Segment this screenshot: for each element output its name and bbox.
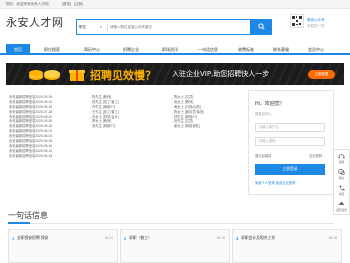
sidebar-item-wechat[interactable]: 微信	[334, 166, 349, 182]
banner-view-button[interactable]: 立即查看	[308, 70, 335, 79]
card-number: 3	[236, 236, 239, 241]
main-nav: 首页 职位搜索 简历中心 招聘企业 职场资讯 一句话信息 收费标准 联系客服 会…	[0, 44, 350, 55]
chevron-down-icon: ▾	[100, 25, 102, 29]
nav-item-resume[interactable]: 简历中心	[74, 44, 110, 55]
sidebar-label: 客服	[338, 161, 345, 164]
section-divider	[30, 223, 334, 224]
login-subtitle: 登录后可以	[255, 112, 272, 116]
card-number: 1	[12, 236, 15, 241]
password-field[interactable]: 请输入密码	[255, 137, 325, 146]
card-title: 求职会计及相关工作	[241, 236, 276, 240]
nav-item-news[interactable]: 职场资讯	[152, 44, 188, 55]
qr-title: 微信公众号	[307, 18, 325, 22]
nav-item-companies[interactable]: 招聘企业	[113, 44, 149, 55]
gift-icon	[69, 70, 85, 81]
search-box: 职位 ▾	[76, 18, 272, 35]
listing-column-3: - 陈女士 [文员] - 吴女士 [教师] - 黄女士 [行政/后勤] - 陈女…	[172, 95, 242, 129]
latest-listings: 永安最新招聘信息2025-05-09 永安最新招聘信息2025-05-10 永安…	[6, 90, 240, 165]
sidebar-item-back-to-top[interactable]: 返回顶部	[334, 198, 349, 214]
nav-item-one-line[interactable]: 一句话信息	[188, 44, 228, 55]
login-greeting: Hi，欢迎您！	[255, 101, 285, 107]
nav-item-job-search[interactable]: 职位搜索	[34, 44, 70, 55]
list-item[interactable]: - 张先生 [网络/IT]	[90, 124, 176, 129]
promo-banner[interactable]: 招聘见效慢？ 入驻企业VIP,助您招聘快人一步 立即查看	[6, 63, 344, 85]
qr-code-icon	[292, 16, 302, 26]
top-bar: 您好，欢迎来到永安人才网！ [登录] [注册]	[0, 0, 350, 9]
listing-column-1: 永安最新招聘信息2025-05-09 永安最新招聘信息2025-05-10 永安…	[9, 95, 89, 159]
sidebar-label: 电话	[338, 193, 345, 196]
list-item[interactable]: 永安最新招聘信息2025-06-15	[9, 154, 89, 159]
banner-subtitle: 入驻企业VIP,助您招聘快人一步	[172, 70, 270, 78]
nav-item-pricing[interactable]: 收费标准	[228, 44, 264, 55]
search-divider	[107, 24, 108, 31]
info-card[interactable]: 2 求职（普工） 06-19	[120, 229, 230, 263]
top-register-link[interactable]: [注册]	[74, 2, 83, 6]
search-input[interactable]	[110, 22, 248, 32]
phone-icon	[339, 185, 345, 191]
top-login-link[interactable]: [登录]	[62, 2, 71, 6]
list-item[interactable]: - 谢女士 [网络销售]	[172, 124, 242, 129]
search-type-select[interactable]: 职位	[79, 25, 86, 30]
nav-item-support[interactable]: 联系客服	[263, 44, 299, 55]
card-title: 全职保安招聘 保安	[17, 236, 49, 240]
register-links[interactable]: 免费个人登录 免费企业登录	[255, 180, 295, 185]
card-date: 06-18	[328, 236, 337, 240]
headset-icon	[338, 154, 345, 159]
card-number: 2	[124, 236, 127, 241]
qr-subtitle: 手机扫一扫	[307, 24, 325, 28]
card-date: 06-21	[104, 236, 113, 240]
search-button[interactable]	[250, 18, 272, 35]
login-panel: Hi，欢迎您！ 登录后可以 请输入用户名 请输入密码 登记后保持 忘记密码 立即…	[248, 90, 334, 195]
section-title: 一句话信息	[8, 211, 48, 220]
forgot-password-link[interactable]: 忘记密码	[309, 153, 322, 158]
top-greeting: 您好，欢迎来到永安人才网！	[6, 2, 52, 6]
banner-title: 招聘见效慢？	[90, 69, 156, 82]
card-title: 求职（普工）	[129, 236, 152, 240]
info-card[interactable]: 3 求职会计及相关工作 06-18	[232, 229, 342, 263]
search-icon	[257, 23, 265, 30]
coin-icon	[29, 70, 60, 80]
listing-column-2: - 陈先生 [教师] - 张先生 [技工/普工] - 许先生 [网络/IT] -…	[90, 95, 176, 129]
sidebar-label: 微信	[338, 177, 345, 180]
section-accent	[8, 222, 30, 224]
info-card[interactable]: 1 全职保安招聘 保安 06-21	[8, 229, 118, 263]
nav-item-member[interactable]: 会员中心	[298, 44, 334, 55]
arrow-up-icon	[338, 201, 345, 205]
login-button[interactable]: 立即登录	[255, 164, 325, 175]
sidebar-item-service[interactable]: 客服	[334, 150, 349, 166]
wechat-icon	[338, 169, 345, 175]
nav-item-home[interactable]: 首页	[6, 44, 30, 55]
remember-checkbox[interactable]: 登记后保持	[255, 153, 271, 158]
floating-sidebar: 客服 微信 电话 返回顶部	[333, 149, 350, 215]
sidebar-item-phone[interactable]: 电话	[334, 182, 349, 198]
site-logo[interactable]: 永安人才网	[6, 14, 64, 30]
qr-code	[290, 14, 304, 28]
sidebar-label: 返回顶部	[336, 209, 347, 212]
card-date: 06-19	[216, 236, 225, 240]
username-field[interactable]: 请输入用户名	[255, 123, 325, 132]
